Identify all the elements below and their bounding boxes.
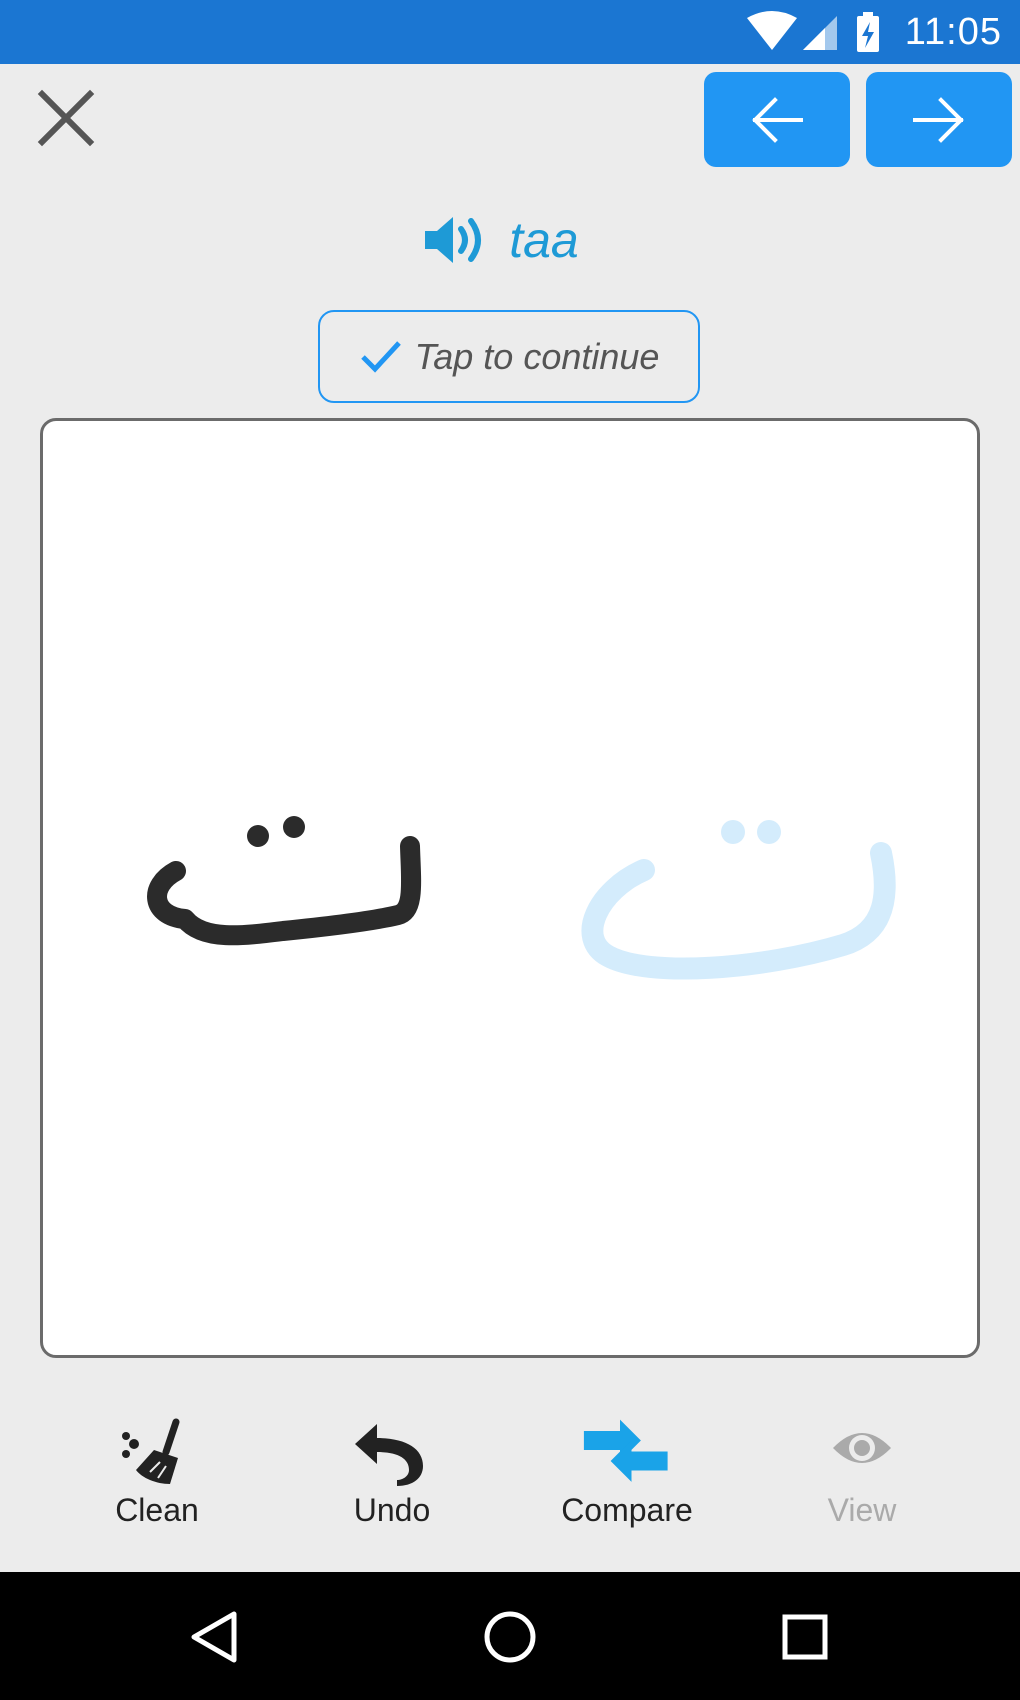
- status-bar: 11:05: [0, 0, 1020, 64]
- clean-button[interactable]: Clean: [57, 1418, 257, 1538]
- undo-icon: [355, 1424, 423, 1486]
- undo-label: Undo: [353, 1492, 431, 1528]
- arrow-left-icon: [752, 96, 803, 143]
- user-drawing: [147, 816, 422, 946]
- recents-button[interactable]: [770, 1602, 840, 1672]
- next-button[interactable]: [866, 72, 1012, 167]
- clean-label: Clean: [115, 1492, 199, 1528]
- cell-signal-icon: [803, 16, 837, 50]
- close-button[interactable]: [34, 86, 98, 150]
- compare-arrows-icon: [583, 1419, 668, 1482]
- compare-label: Compare: [561, 1492, 693, 1528]
- guide-letter: [581, 820, 896, 980]
- previous-button[interactable]: [704, 72, 850, 167]
- battery-charging-icon: [857, 12, 879, 52]
- eye-icon: [833, 1433, 891, 1463]
- broom-icon: [122, 1418, 180, 1484]
- system-nav-bar: [0, 1572, 1020, 1700]
- recents-icon: [782, 1614, 828, 1660]
- arrow-right-icon: [913, 96, 964, 143]
- tap-to-continue-label: Tap to continue: [414, 335, 660, 377]
- drawing-canvas[interactable]: [40, 418, 980, 1358]
- tap-to-continue-button[interactable]: Tap to continue: [318, 310, 700, 403]
- undo-button[interactable]: Undo: [292, 1418, 492, 1538]
- compare-button[interactable]: Compare: [527, 1418, 727, 1538]
- word-row: taa: [0, 205, 1020, 275]
- close-icon: [37, 89, 95, 147]
- home-button[interactable]: [475, 1602, 545, 1672]
- view-label: View: [827, 1492, 897, 1528]
- back-icon: [191, 1611, 237, 1663]
- view-button[interactable]: View: [762, 1418, 962, 1538]
- word-label: taa: [509, 212, 579, 268]
- home-icon: [484, 1611, 536, 1663]
- bottom-toolbar: Clean Undo Compare View: [0, 1418, 1020, 1538]
- wifi-icon: [747, 11, 797, 50]
- back-button[interactable]: [180, 1602, 250, 1672]
- status-icons: [745, 10, 885, 59]
- status-time: 11:05: [904, 11, 1002, 53]
- check-icon: [360, 340, 401, 373]
- speaker-icon[interactable]: [423, 213, 487, 267]
